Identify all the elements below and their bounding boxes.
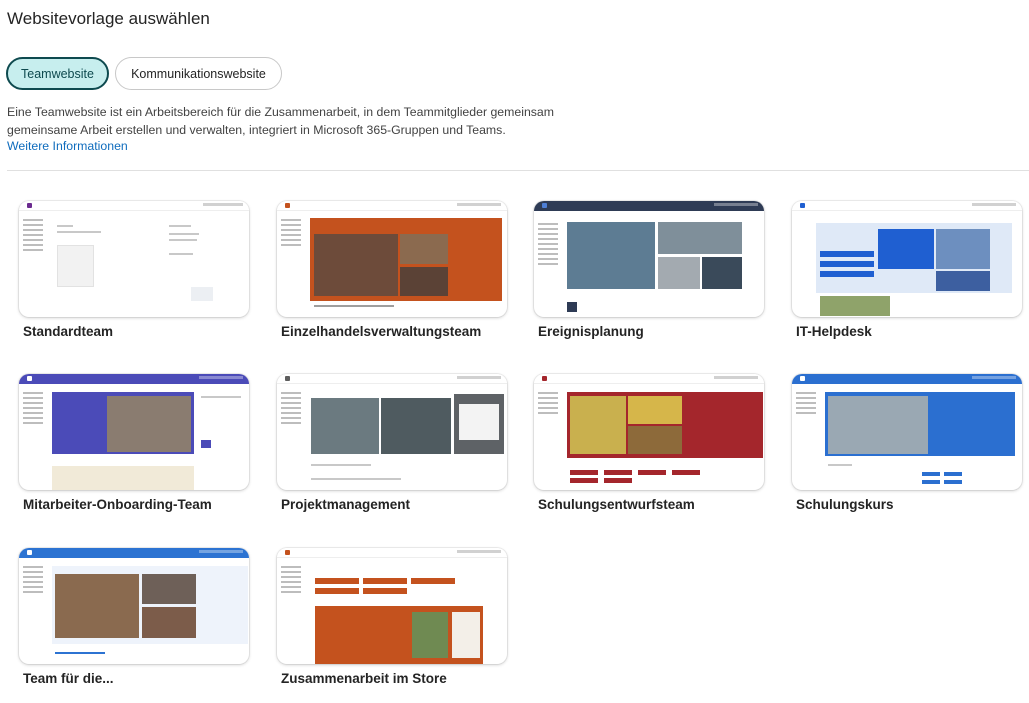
learn-more-link[interactable]: Weitere Informationen xyxy=(7,139,128,153)
template-label: Mitarbeiter-Onboarding-Team xyxy=(23,497,212,512)
template-thumbnail xyxy=(534,374,764,490)
template-label: Team für die... xyxy=(23,671,114,686)
template-thumbnail xyxy=(534,201,764,317)
template-label: IT-Helpdesk xyxy=(796,324,872,339)
tab-kommunikationswebsite[interactable]: Kommunikationswebsite xyxy=(115,57,282,90)
tab-teamwebsite[interactable]: Teamwebsite xyxy=(6,57,109,90)
template-label: Standardteam xyxy=(23,324,114,339)
template-label: Schulungskurs xyxy=(796,497,894,512)
template-card-standardteam[interactable]: Standardteam xyxy=(19,201,249,356)
template-card-einzelhandel[interactable]: Einzelhandelsverwaltungsteam xyxy=(277,201,507,356)
template-card-onboarding[interactable]: Mitarbeiter-Onboarding-Team xyxy=(19,374,249,529)
template-label: Schulungsentwurfsteam xyxy=(538,497,695,512)
template-card-team-fuer-die[interactable]: Team für die... xyxy=(19,548,249,703)
template-card-it-helpdesk[interactable]: IT-Helpdesk xyxy=(792,201,1022,356)
template-label: Zusammenarbeit im Store xyxy=(281,671,447,686)
template-card-projektmanagement[interactable]: Projektmanagement xyxy=(277,374,507,529)
template-card-ereignisplanung[interactable]: Ereignisplanung xyxy=(534,201,764,356)
template-thumbnail xyxy=(19,548,249,664)
template-description: Eine Teamwebsite ist ein Arbeitsbereich … xyxy=(7,105,555,137)
template-thumbnail xyxy=(792,374,1022,490)
template-label: Einzelhandelsverwaltungsteam xyxy=(281,324,482,339)
dialog-title: Websitevorlage auswählen xyxy=(7,9,210,28)
divider xyxy=(7,170,1029,171)
template-thumbnail xyxy=(792,201,1022,317)
template-thumbnail xyxy=(19,374,249,490)
template-thumbnail xyxy=(19,201,249,317)
template-thumbnail xyxy=(277,201,507,317)
template-label: Projektmanagement xyxy=(281,497,411,512)
template-card-schulungsentwurf[interactable]: Schulungsentwurfsteam xyxy=(534,374,764,529)
template-card-zusammenarbeit-store[interactable]: Zusammenarbeit im Store xyxy=(277,548,507,703)
template-card-schulungskurs[interactable]: Schulungskurs xyxy=(792,374,1022,529)
template-label: Ereignisplanung xyxy=(538,324,644,339)
template-thumbnail xyxy=(277,548,507,664)
template-thumbnail xyxy=(277,374,507,490)
